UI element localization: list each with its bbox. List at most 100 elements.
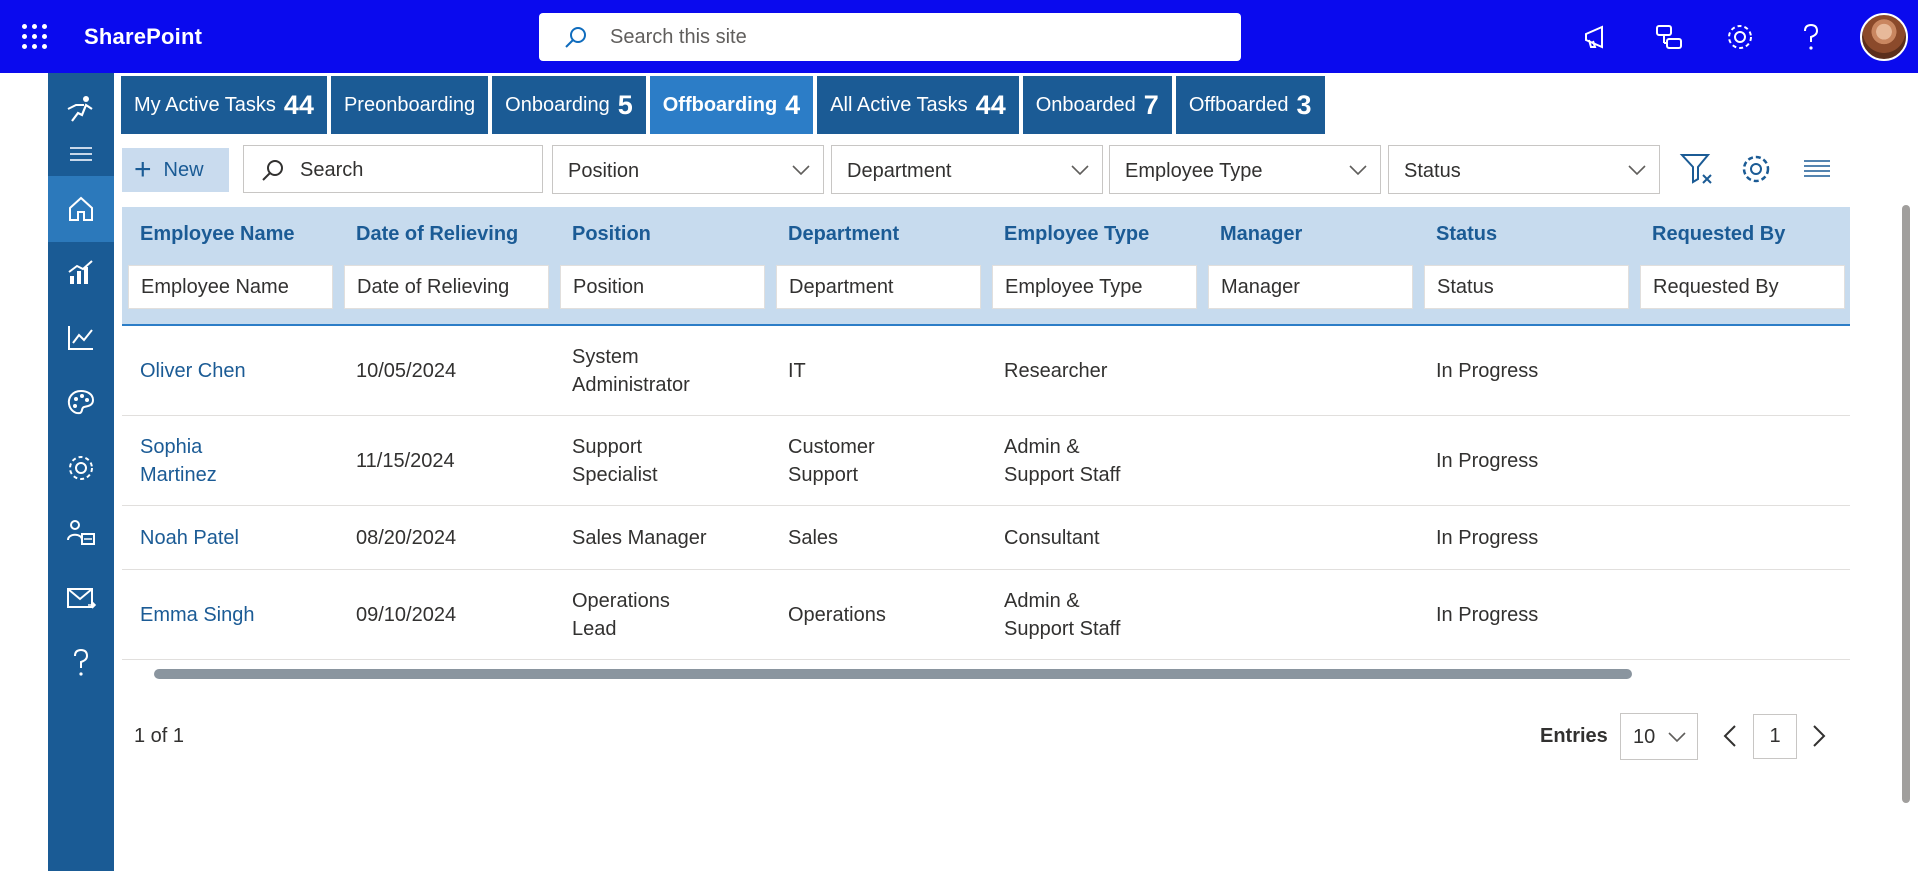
dropdown-label: Employee Type — [1125, 160, 1263, 182]
tab-label: Offboarded — [1188, 93, 1289, 116]
home-icon[interactable] — [64, 192, 98, 226]
position-cell-line: System — [572, 346, 639, 368]
column-filter-date-of-relieving[interactable]: Date of Relieving — [344, 265, 549, 309]
employee-name-cell[interactable]: Emma Singh — [140, 601, 255, 629]
employee-table: Employee Name Date of Relieving Position… — [122, 207, 1850, 660]
department-filter-dropdown[interactable]: Department — [831, 145, 1103, 194]
column-filter-manager[interactable]: Manager — [1208, 265, 1413, 309]
dashboard-chart-icon[interactable] — [64, 256, 98, 290]
employee-name-cell-line: Emma Singh — [140, 604, 255, 626]
employee-type-cell-line: Consultant — [1004, 527, 1100, 549]
column-filter-requested-by[interactable]: Requested By — [1640, 265, 1845, 309]
current-page[interactable]: 1 — [1753, 714, 1797, 759]
position-filter-dropdown[interactable]: Position — [552, 145, 824, 194]
column-header-department[interactable]: Department — [788, 223, 899, 246]
date-of-relieving-cell: 11/15/2024 — [356, 450, 455, 472]
vertical-scrollbar[interactable] — [1902, 205, 1910, 803]
employee-type-filter-dropdown[interactable]: Employee Type — [1109, 145, 1381, 194]
menu-icon[interactable] — [70, 147, 92, 165]
dropdown-label: Department — [847, 160, 952, 182]
settings-icon[interactable] — [1738, 151, 1774, 187]
department-cell-line: Support — [788, 464, 859, 486]
tab-count: 5 — [617, 89, 633, 120]
position-cell: Operations Lead — [572, 587, 670, 643]
position-cell: Sales Manager — [572, 524, 707, 552]
tab-label: Onboarding — [505, 93, 610, 116]
tab-offboarding[interactable]: Offboarding 4 — [649, 76, 814, 134]
employee-type-cell-line: Support Staff — [1004, 464, 1121, 486]
table-row[interactable]: Oliver Chen 10/05/2024 System Administrator… — [122, 326, 1850, 416]
position-cell: Support Specialist — [572, 433, 658, 489]
date-of-relieving-cell: 09/10/2024 — [356, 604, 457, 626]
app-title[interactable]: SharePoint — [84, 24, 202, 50]
employee-type-cell-line: Admin & — [1004, 590, 1080, 612]
status-cell: In Progress — [1436, 604, 1539, 626]
dropdown-label: Position — [568, 160, 640, 182]
align-lines-icon[interactable] — [1799, 151, 1835, 187]
previous-page-icon[interactable] — [1719, 720, 1743, 752]
clear-filter-icon[interactable] — [1679, 151, 1715, 187]
entries-select[interactable]: 10 — [1620, 713, 1698, 760]
search-input[interactable]: Search — [243, 145, 543, 193]
status-cell: In Progress — [1436, 450, 1539, 472]
help-icon[interactable] — [64, 646, 98, 680]
help-icon[interactable] — [1794, 20, 1828, 54]
column-filter-position[interactable]: Position — [560, 265, 765, 309]
status-cell: In Progress — [1436, 360, 1539, 382]
column-header-requested-by[interactable]: Requested By — [1652, 223, 1785, 246]
megaphone-icon[interactable] — [1580, 20, 1614, 54]
column-filter-status[interactable]: Status — [1424, 265, 1629, 309]
share-nodes-icon[interactable] — [1652, 20, 1686, 54]
tab-count: 3 — [1296, 89, 1312, 120]
logo-runner-icon[interactable] — [64, 93, 98, 127]
tab-bar: My Active Tasks 44 Preonboarding Onboardi… — [121, 76, 1325, 134]
chevron-down-icon — [1628, 165, 1646, 176]
table-row[interactable]: Emma Singh 09/10/2024 Operations Lead Operat… — [122, 570, 1850, 660]
horizontal-scrollbar[interactable] — [154, 669, 1632, 679]
table-row[interactable]: Sophia Martinez 11/15/2024 Support Specialis… — [122, 416, 1850, 506]
tab-onboarded[interactable]: Onboarded 7 — [1022, 76, 1172, 134]
settings-icon[interactable] — [64, 451, 98, 485]
tab-offboarded[interactable]: Offboarded 3 — [1175, 76, 1325, 134]
tab-preonboarding[interactable]: Preonboarding — [330, 76, 489, 134]
site-search-box[interactable]: Search this site — [539, 13, 1241, 61]
table-row[interactable]: Noah Patel 08/20/2024 Sales Manager Sales Co… — [122, 506, 1850, 570]
settings-icon[interactable] — [1723, 20, 1757, 54]
employee-name-cell[interactable]: Oliver Chen — [140, 357, 246, 385]
column-header-position[interactable]: Position — [572, 223, 651, 246]
palette-icon[interactable] — [64, 386, 98, 420]
column-header-employee-name[interactable]: Employee Name — [140, 223, 295, 246]
column-header-status[interactable]: Status — [1436, 223, 1497, 246]
employee-type-cell-line: Admin & — [1004, 436, 1080, 458]
user-avatar[interactable] — [1860, 13, 1908, 61]
search-icon — [565, 27, 586, 48]
column-filter-employee-name[interactable]: Employee Name — [128, 265, 333, 309]
column-filter-employee-type[interactable]: Employee Type — [992, 265, 1197, 309]
tab-onboarding[interactable]: Onboarding 5 — [492, 76, 646, 134]
column-header-date-of-relieving[interactable]: Date of Relieving — [356, 223, 518, 246]
tab-label: My Active Tasks — [134, 93, 276, 116]
column-header-employee-type[interactable]: Employee Type — [1004, 223, 1149, 246]
employee-name-cell[interactable]: Sophia Martinez — [140, 433, 217, 489]
next-page-icon[interactable] — [1806, 720, 1830, 752]
tab-all-active-tasks[interactable]: All Active Tasks 44 — [817, 76, 1019, 134]
date-of-relieving-cell: 10/05/2024 — [356, 360, 457, 382]
position-cell-line: Support — [572, 436, 643, 458]
department-cell-line: Operations — [788, 604, 886, 626]
position-cell: System Administrator — [572, 343, 690, 399]
people-org-icon[interactable] — [64, 516, 98, 550]
column-filter-department[interactable]: Department — [776, 265, 981, 309]
tab-my-active-tasks[interactable]: My Active Tasks 44 — [121, 76, 327, 134]
app-launcher-icon[interactable] — [22, 24, 48, 50]
column-header-manager[interactable]: Manager — [1220, 223, 1302, 246]
tab-count: 7 — [1143, 89, 1159, 120]
status-filter-dropdown[interactable]: Status — [1388, 145, 1660, 194]
trend-chart-icon[interactable] — [64, 321, 98, 355]
table-body: Oliver Chen 10/05/2024 System Administrator… — [122, 326, 1850, 660]
employee-name-cell[interactable]: Noah Patel — [140, 524, 239, 552]
new-button[interactable]: + New — [122, 148, 229, 192]
position-cell-line: Lead — [572, 618, 617, 640]
department-cell: Operations — [788, 601, 886, 629]
mail-send-icon[interactable] — [64, 581, 98, 615]
department-cell-line: Customer — [788, 436, 875, 458]
